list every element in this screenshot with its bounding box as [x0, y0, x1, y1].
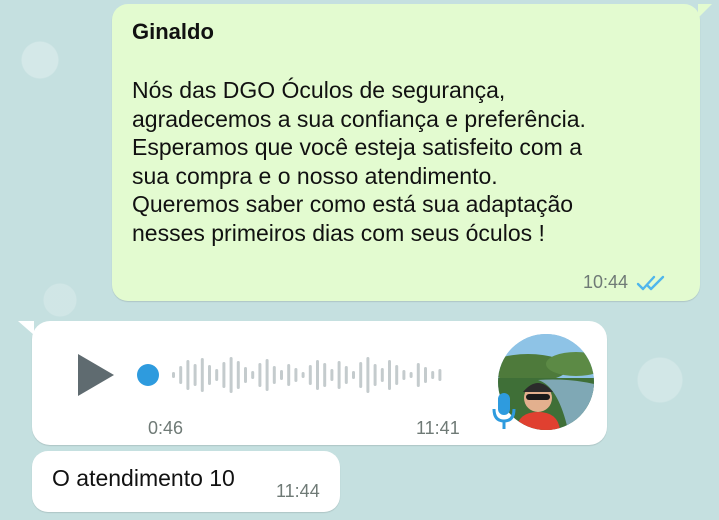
waveform-bar [258, 363, 262, 387]
waveform-bar [344, 366, 348, 384]
waveform-bar [265, 359, 269, 391]
waveform-bar [330, 369, 334, 381]
play-icon[interactable] [76, 352, 116, 398]
waveform-bar [416, 363, 420, 387]
waveform-bar [280, 370, 283, 380]
message-time: 10:44 [582, 272, 628, 292]
waveform-bar [215, 369, 219, 381]
waveform-bar [179, 366, 183, 384]
waveform-bar [431, 371, 435, 379]
waveform-bar [373, 364, 377, 386]
audio-duration: 0:46 [148, 418, 184, 438]
incoming-message-bubble[interactable]: O atendimento 10 11:44 [32, 451, 340, 512]
audio-waveform[interactable] [136, 355, 466, 395]
waveform-bar [236, 361, 240, 389]
message-text: O atendimento 10 [52, 465, 235, 491]
outgoing-message-bubble[interactable]: Ginaldo Nós das DGO Óculos de segurança,… [112, 4, 712, 301]
waveform-bar [200, 358, 204, 392]
waveform-bar [424, 367, 427, 383]
audio-progress-handle[interactable] [137, 364, 159, 386]
waveform-bar [308, 365, 312, 385]
microphone-icon [492, 393, 516, 429]
message-text: Nós das DGO Óculos de segurança, agradec… [132, 77, 586, 246]
waveform-bar [193, 364, 197, 386]
waveform-bar [409, 372, 413, 378]
waveform-bar [337, 361, 341, 389]
message-meta: 10:44 [583, 272, 670, 293]
waveform-bar [172, 372, 175, 378]
waveform-bar [366, 357, 370, 393]
waveform-bar [388, 360, 391, 390]
waveform-bar [229, 357, 233, 393]
waveform-bar [316, 360, 319, 390]
waveform-bar [244, 367, 247, 383]
waveform-bar [301, 372, 305, 378]
waveform-bar [359, 362, 363, 388]
waveform-bar [438, 369, 442, 381]
waveform-bar [208, 365, 211, 385]
waveform-bar [294, 368, 298, 382]
waveform-bar [272, 366, 276, 384]
waveform-bar [380, 368, 384, 382]
waveform-bar [352, 371, 355, 379]
double-check-read-icon [636, 275, 665, 290]
waveform-bar [323, 363, 327, 387]
waveform-bar [251, 371, 255, 379]
waveform-bar [402, 370, 406, 380]
sender-name: Ginaldo [132, 19, 214, 44]
waveform-bar [395, 365, 399, 385]
voice-message-bubble: 0:46 11:41 [18, 321, 607, 445]
waveform-bar [287, 364, 291, 386]
audio-time: 11:41 [416, 418, 460, 438]
message-time: 11:44 [276, 481, 320, 501]
waveform-bar [222, 362, 226, 388]
waveform-bar [186, 360, 190, 390]
